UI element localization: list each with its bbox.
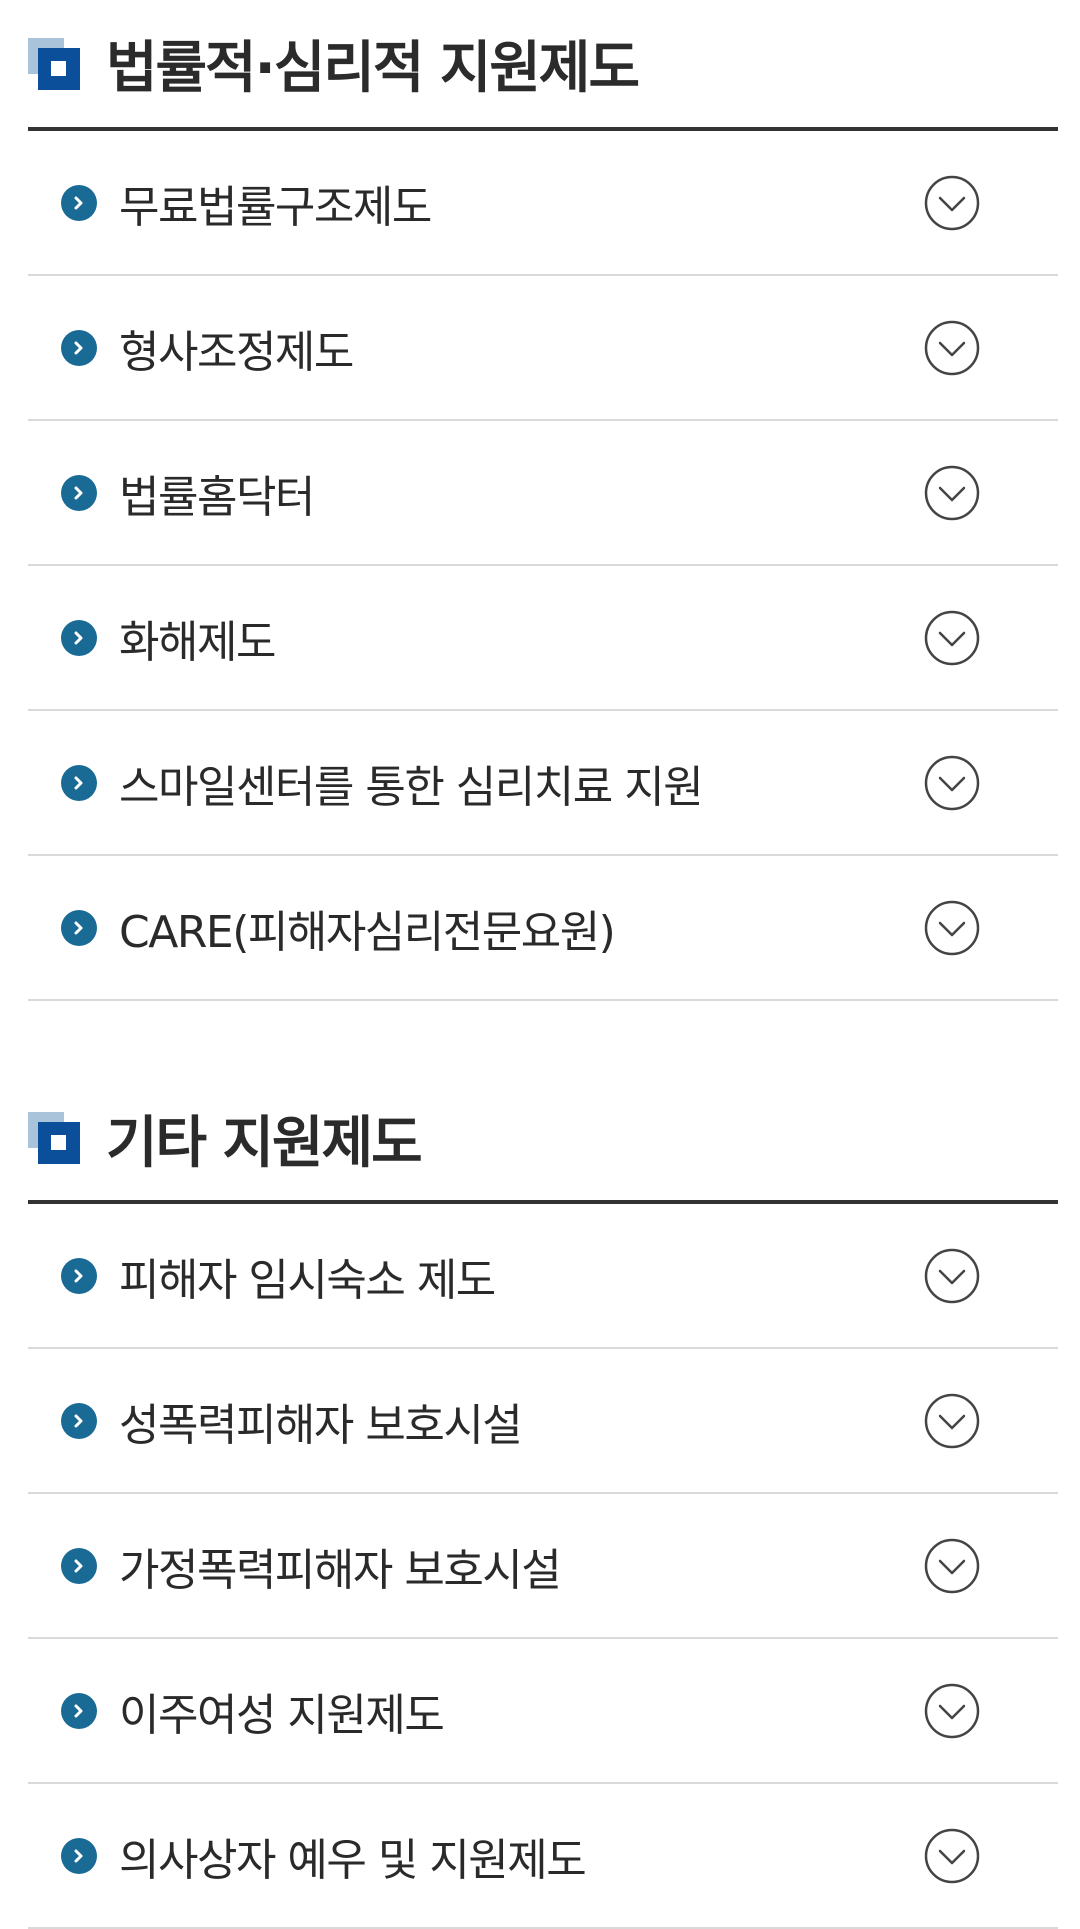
- chevron-right-circle-icon: [61, 619, 97, 656]
- accordion-item-label: 화해제도: [119, 616, 276, 668]
- square-logo-icon: [28, 1112, 80, 1164]
- chevron-right-circle-icon: [61, 1547, 97, 1584]
- accordion-item-label: 법률홈닥터: [119, 471, 315, 523]
- chevron-right-circle-icon: [61, 909, 97, 946]
- chevron-right-circle-icon: [61, 474, 97, 511]
- accordion-item-domestic-violence-shelter[interactable]: 가정폭력피해자 보호시설: [28, 1494, 1058, 1639]
- accordion-list: 무료법률구조제도 형사조정제도 법률홈닥터 화해제도 스마일센터를 통한 심리치…: [28, 131, 1058, 1001]
- chevron-down-circle-icon[interactable]: [924, 320, 980, 376]
- chevron-down-circle-icon[interactable]: [924, 610, 980, 666]
- accordion-item-label: 이주여성 지원제도: [119, 1689, 445, 1741]
- chevron-right-circle-icon: [61, 329, 97, 366]
- accordion-item-sexual-violence-shelter[interactable]: 성폭력피해자 보호시설: [28, 1349, 1058, 1494]
- section-header: 법률적·심리적 지원제도: [28, 0, 1058, 131]
- chevron-right-circle-icon: [61, 184, 97, 221]
- chevron-right-circle-icon: [61, 1402, 97, 1439]
- accordion-item-care[interactable]: CARE(피해자심리전문요원): [28, 856, 1058, 1001]
- accordion-item-temporary-shelter[interactable]: 피해자 임시숙소 제도: [28, 1204, 1058, 1349]
- accordion-item-legal-home-doctor[interactable]: 법률홈닥터: [28, 421, 1058, 566]
- legal-psychological-support-section: 법률적·심리적 지원제도 무료법률구조제도 형사조정제도 법률홈닥터 화해제도 …: [28, 0, 1058, 1001]
- accordion-item-smile-center[interactable]: 스마일센터를 통한 심리치료 지원: [28, 711, 1058, 856]
- accordion-item-migrant-women-support[interactable]: 이주여성 지원제도: [28, 1639, 1058, 1784]
- chevron-down-circle-icon[interactable]: [924, 1828, 980, 1884]
- section-title: 법률적·심리적 지원제도: [106, 36, 640, 101]
- section-title: 기타 지원제도: [106, 1110, 423, 1176]
- chevron-down-circle-icon[interactable]: [924, 1683, 980, 1739]
- accordion-item-label: 가정폭력피해자 보호시설: [119, 1544, 562, 1596]
- chevron-down-circle-icon[interactable]: [924, 1538, 980, 1594]
- chevron-down-circle-icon[interactable]: [924, 465, 980, 521]
- accordion-item-label: 피해자 임시숙소 제도: [119, 1254, 496, 1306]
- chevron-right-circle-icon: [61, 1837, 97, 1874]
- accordion-item-label: 성폭력피해자 보호시설: [119, 1399, 523, 1451]
- accordion-item-label: CARE(피해자심리전문요원): [119, 906, 616, 958]
- chevron-down-circle-icon[interactable]: [924, 1248, 980, 1304]
- chevron-right-circle-icon: [61, 1257, 97, 1294]
- chevron-right-circle-icon: [61, 1692, 97, 1729]
- accordion-item-label: 형사조정제도: [119, 326, 354, 378]
- accordion-item-free-legal-aid[interactable]: 무료법률구조제도: [28, 131, 1058, 276]
- chevron-down-circle-icon[interactable]: [924, 900, 980, 956]
- accordion-list: 피해자 임시숙소 제도 성폭력피해자 보호시설 가정폭력피해자 보호시설 이주여…: [28, 1204, 1058, 1929]
- accordion-item-criminal-mediation[interactable]: 형사조정제도: [28, 276, 1058, 421]
- chevron-down-circle-icon[interactable]: [924, 175, 980, 231]
- accordion-item-reconciliation[interactable]: 화해제도: [28, 566, 1058, 711]
- chevron-down-circle-icon[interactable]: [924, 1393, 980, 1449]
- accordion-item-label: 무료법률구조제도: [119, 181, 432, 233]
- square-logo-icon: [28, 37, 80, 90]
- chevron-right-circle-icon: [61, 764, 97, 801]
- accordion-item-label: 의사상자 예우 및 지원제도: [119, 1834, 587, 1886]
- accordion-item-righteous-casualty-support[interactable]: 의사상자 예우 및 지원제도: [28, 1784, 1058, 1929]
- other-support-section: 기타 지원제도 피해자 임시숙소 제도 성폭력피해자 보호시설 가정폭력피해자 …: [28, 1076, 1058, 1929]
- accordion-item-label: 스마일센터를 통한 심리치료 지원: [119, 761, 704, 813]
- chevron-down-circle-icon[interactable]: [924, 755, 980, 811]
- section-header: 기타 지원제도: [28, 1076, 1058, 1204]
